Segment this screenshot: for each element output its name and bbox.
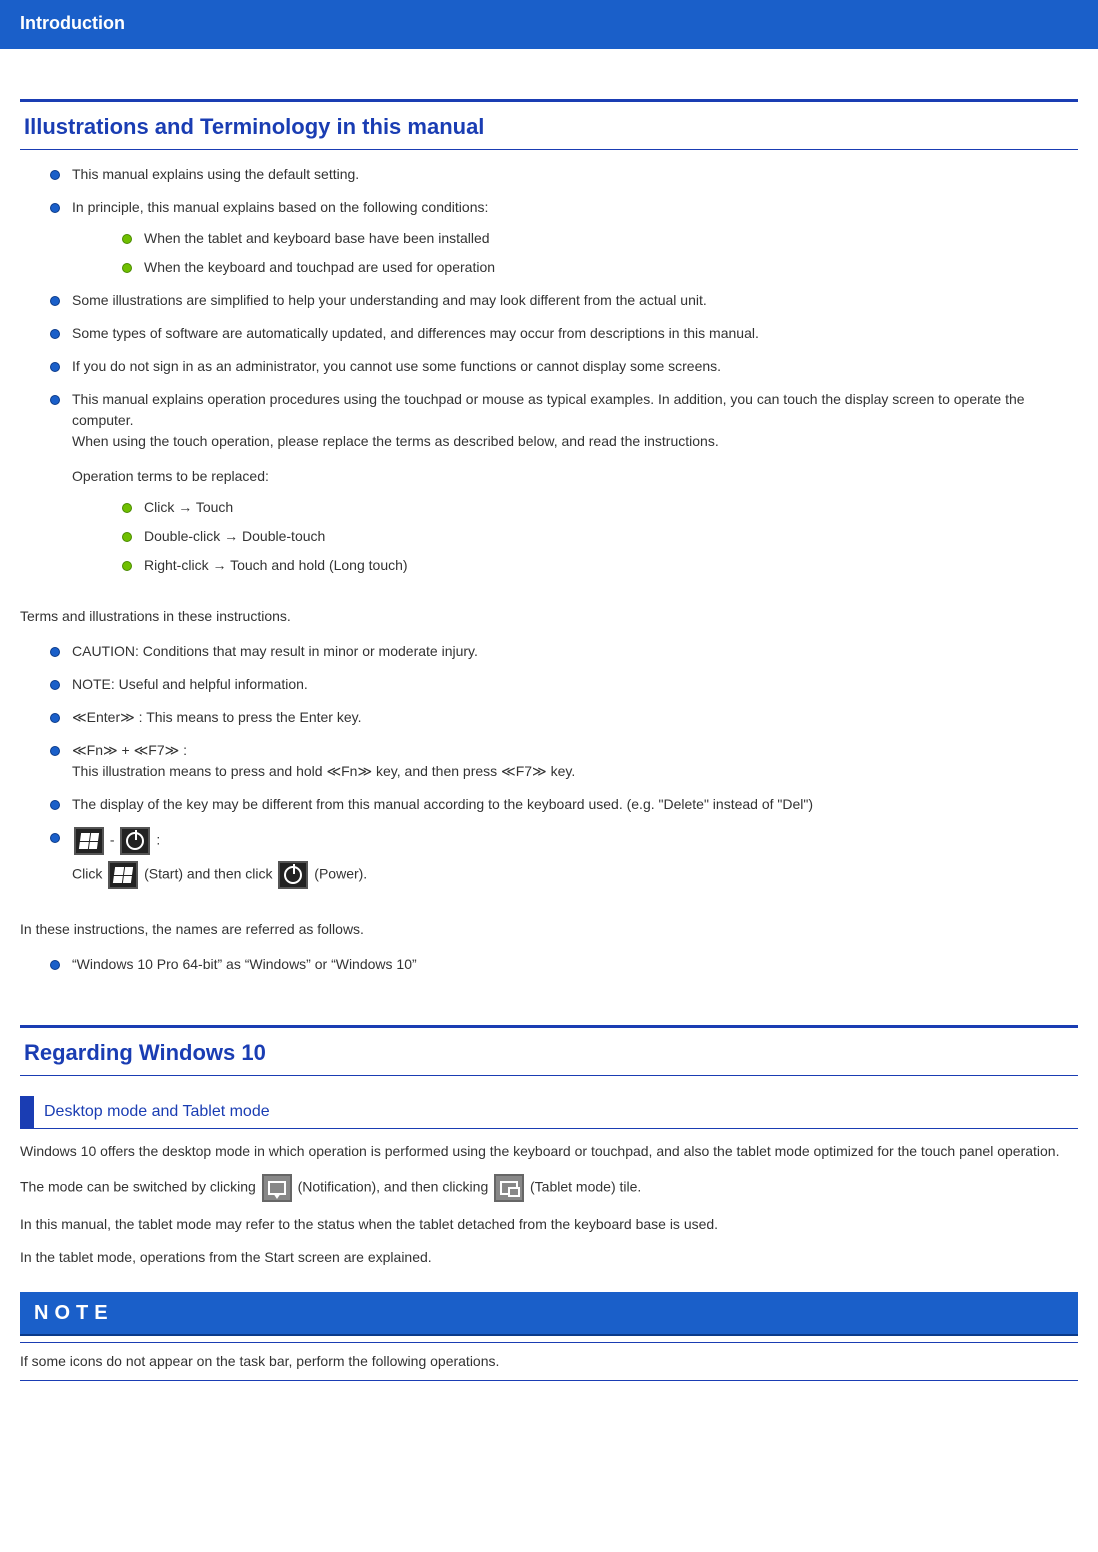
list-item: In principle, this manual explains based… [50, 197, 1078, 278]
note-heading: NOTE [20, 1292, 1078, 1336]
list-item: Click → Touch [122, 497, 1078, 518]
item-text: “Windows 10 Pro 64-bit” as “Windows” or … [72, 956, 417, 972]
item-text: When the keyboard and touchpad are used … [144, 259, 495, 275]
list-item: If you do not sign in as an administrato… [50, 356, 1078, 377]
note-body: If some icons do not appear on the task … [20, 1342, 1078, 1381]
names-list: “Windows 10 Pro 64-bit” as “Windows” or … [20, 954, 1078, 975]
list-item: When the tablet and keyboard base have b… [122, 228, 1078, 249]
power-icon [278, 861, 308, 889]
item-text: In principle, this manual explains based… [72, 199, 488, 215]
list-item: “Windows 10 Pro 64-bit” as “Windows” or … [50, 954, 1078, 975]
item-text: This manual explains operation procedure… [72, 391, 1025, 428]
item-text: When using the touch operation, please r… [72, 433, 719, 449]
tablet-mode-icon [494, 1174, 524, 1202]
conditions-sublist: When the tablet and keyboard base have b… [72, 228, 1078, 278]
list-item: When the keyboard and touchpad are used … [122, 257, 1078, 278]
switch-text-b: (Notification), and then clicking [298, 1179, 493, 1195]
windows-start-icon [108, 861, 138, 889]
note-text: If some icons do not appear on the task … [20, 1353, 499, 1369]
item-text: This manual explains using the default s… [72, 166, 359, 182]
section-windows10-title: Regarding Windows 10 [20, 1025, 1078, 1076]
list-item: This manual explains using the default s… [50, 164, 1078, 185]
paragraph: In this manual, the tablet mode may refe… [20, 1214, 1078, 1235]
list-item: Some types of software are automatically… [50, 323, 1078, 344]
dash-text: - [110, 832, 119, 848]
operation-terms-sublist: Click → Touch Double-click → Double-touc… [72, 497, 1078, 576]
item-text: Right-click → Touch and hold (Long touch… [144, 557, 408, 573]
list-item: This manual explains operation procedure… [50, 389, 1078, 576]
item-text: CAUTION: Conditions that may result in m… [72, 643, 478, 659]
notification-icon [262, 1174, 292, 1202]
terms-list: CAUTION: Conditions that may result in m… [20, 641, 1078, 889]
list-item: Right-click → Touch and hold (Long touch… [122, 555, 1078, 576]
item-text: This illustration means to press and hol… [72, 763, 575, 779]
start-text: (Start) and then click [144, 866, 276, 882]
operation-terms-label: Operation terms to be replaced: [72, 466, 1078, 487]
terms-heading: Terms and illustrations in these instruc… [20, 606, 1078, 627]
windows-start-icon [74, 827, 104, 855]
switch-text-c: (Tablet mode) tile. [530, 1179, 641, 1195]
page-banner: Introduction [0, 0, 1098, 49]
click-text: Click [72, 866, 106, 882]
item-text: When the tablet and keyboard base have b… [144, 230, 490, 246]
item-text: Some illustrations are simplified to hel… [72, 292, 707, 308]
item-text: Click → Touch [144, 499, 233, 515]
power-icon [120, 827, 150, 855]
paragraph: In the tablet mode, operations from the … [20, 1247, 1078, 1268]
item-text: Double-click → Double-touch [144, 528, 325, 544]
power-text: (Power). [314, 866, 367, 882]
item-text: ≪Enter≫ : This means to press the Enter … [72, 709, 361, 725]
item-text: ≪Fn≫ + ≪F7≫ : [72, 742, 187, 758]
paragraph: The mode can be switched by clicking (No… [20, 1174, 1078, 1202]
list-item: NOTE: Useful and helpful information. [50, 674, 1078, 695]
switch-text-a: The mode can be switched by clicking [20, 1179, 260, 1195]
list-item: The display of the key may be different … [50, 794, 1078, 815]
item-text: NOTE: Useful and helpful information. [72, 676, 308, 692]
paragraph: Windows 10 offers the desktop mode in wh… [20, 1141, 1078, 1162]
page-title: Introduction [20, 13, 125, 33]
item-text: Some types of software are automatically… [72, 325, 759, 341]
list-item: Some illustrations are simplified to hel… [50, 290, 1078, 311]
list-item: ≪Enter≫ : This means to press the Enter … [50, 707, 1078, 728]
list-item: ≪Fn≫ + ≪F7≫ : This illustration means to… [50, 740, 1078, 782]
section-illustrations-title: Illustrations and Terminology in this ma… [20, 99, 1078, 150]
item-text: The display of the key may be different … [72, 796, 813, 812]
item-text: If you do not sign in as an administrato… [72, 358, 721, 374]
list-item: CAUTION: Conditions that may result in m… [50, 641, 1078, 662]
list-item: - : Click (Start) and then click (Power)… [50, 827, 1078, 889]
names-heading: In these instructions, the names are ref… [20, 919, 1078, 940]
colon-text: : [156, 832, 160, 848]
subsection-desktop-tablet: Desktop mode and Tablet mode [20, 1096, 1078, 1129]
illustrations-list: This manual explains using the default s… [20, 164, 1078, 576]
list-item: Double-click → Double-touch [122, 526, 1078, 547]
